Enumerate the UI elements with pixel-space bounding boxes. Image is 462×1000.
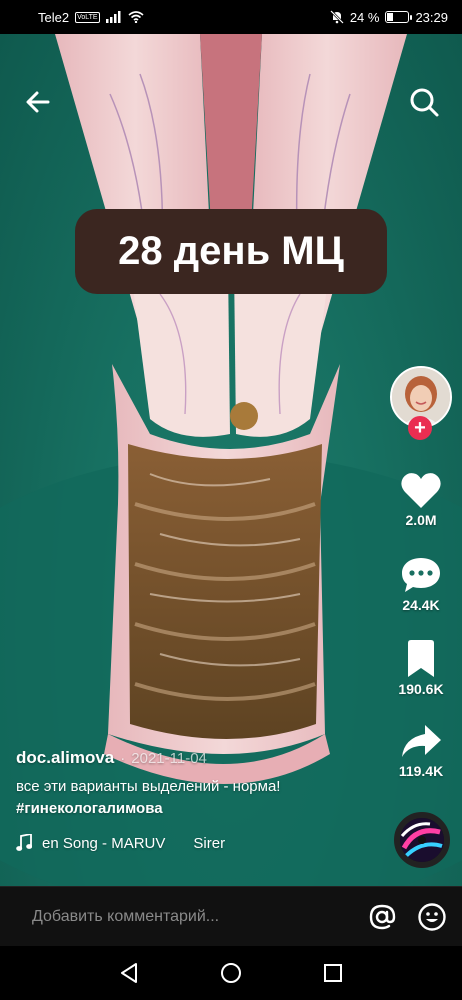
share-button[interactable]: 119.4K — [390, 721, 452, 779]
volte-badge: VoLTE — [75, 11, 100, 23]
nav-back-glyph — [121, 963, 137, 983]
video-caption-box: 28 день МЦ — [75, 209, 387, 294]
post-date: 2021-11-04 — [131, 750, 207, 767]
battery-level-fill — [387, 13, 393, 21]
status-left: Tele2 VoLTE — [38, 10, 144, 25]
like-button[interactable]: 2.0M — [390, 470, 452, 528]
bookmark-icon — [408, 640, 434, 677]
nav-recents-glyph — [324, 964, 342, 982]
comment-bar: Добавить комментарий... — [0, 886, 462, 946]
sound-title-continued: Sirer — [193, 834, 226, 852]
music-note-icon — [16, 834, 32, 851]
sound-title: en Song - MARUV — [42, 834, 166, 852]
heart-icon — [401, 473, 441, 508]
signal-icon — [105, 11, 121, 23]
comment-input[interactable]: Добавить комментарий... — [32, 908, 348, 926]
at-sign-icon[interactable] — [366, 901, 398, 933]
emoji-glyph — [418, 902, 446, 931]
wifi-icon — [128, 11, 144, 23]
bookmark-count: 190.6K — [398, 681, 444, 697]
battery-percent: 24 % — [349, 9, 380, 25]
creator-avatar-wrap[interactable]: + — [390, 366, 452, 440]
square-recents-icon[interactable] — [321, 961, 345, 985]
video-caption: 28 день МЦ — [118, 229, 344, 273]
triangle-back-icon[interactable] — [117, 961, 141, 985]
status-right: 24 % 23:29 — [329, 9, 448, 25]
like-count: 2.0M — [405, 512, 437, 528]
music-disc[interactable] — [394, 812, 450, 868]
post-separator: · — [120, 750, 126, 767]
author-name[interactable]: doc.alimova — [16, 748, 114, 768]
nav-home-glyph — [221, 963, 241, 983]
music-disc-art — [400, 818, 444, 862]
share-arrow-icon — [402, 725, 441, 757]
circle-home-icon[interactable] — [219, 961, 243, 985]
plus-icon[interactable]: + — [408, 416, 432, 440]
system-nav-bar — [0, 946, 462, 1000]
post-description: все эти варианты выделений - норма! #гин… — [16, 776, 306, 820]
clock: 23:29 — [415, 9, 448, 25]
post-meta: doc.alimova · 2021-11-04 все эти вариант… — [16, 748, 376, 852]
comment-button[interactable]: 24.4K — [390, 555, 452, 613]
sound-line[interactable]: en Song - MARUV Sirer — [16, 834, 246, 852]
author-line: doc.alimova · 2021-11-04 — [16, 748, 376, 768]
hashtag-link[interactable]: #гинекологалимова — [16, 800, 163, 817]
comment-count: 24.4K — [402, 597, 440, 613]
emoji-icon[interactable] — [416, 901, 448, 933]
bookmark-button[interactable]: 190.6K — [390, 639, 452, 697]
share-count: 119.4K — [398, 763, 444, 779]
carrier-name: Tele2 — [38, 9, 70, 25]
description-text: все эти варианты выделений - норма! — [16, 778, 281, 795]
mute-icon — [329, 10, 344, 24]
battery-icon — [385, 11, 413, 23]
arrow-left-icon[interactable] — [22, 86, 54, 118]
comment-bubble-icon — [402, 558, 440, 592]
at-sign-glyph — [369, 904, 396, 929]
search-icon[interactable] — [408, 86, 440, 118]
status-bar: Tele2 VoLTE 24 % 23:29 — [0, 0, 462, 34]
